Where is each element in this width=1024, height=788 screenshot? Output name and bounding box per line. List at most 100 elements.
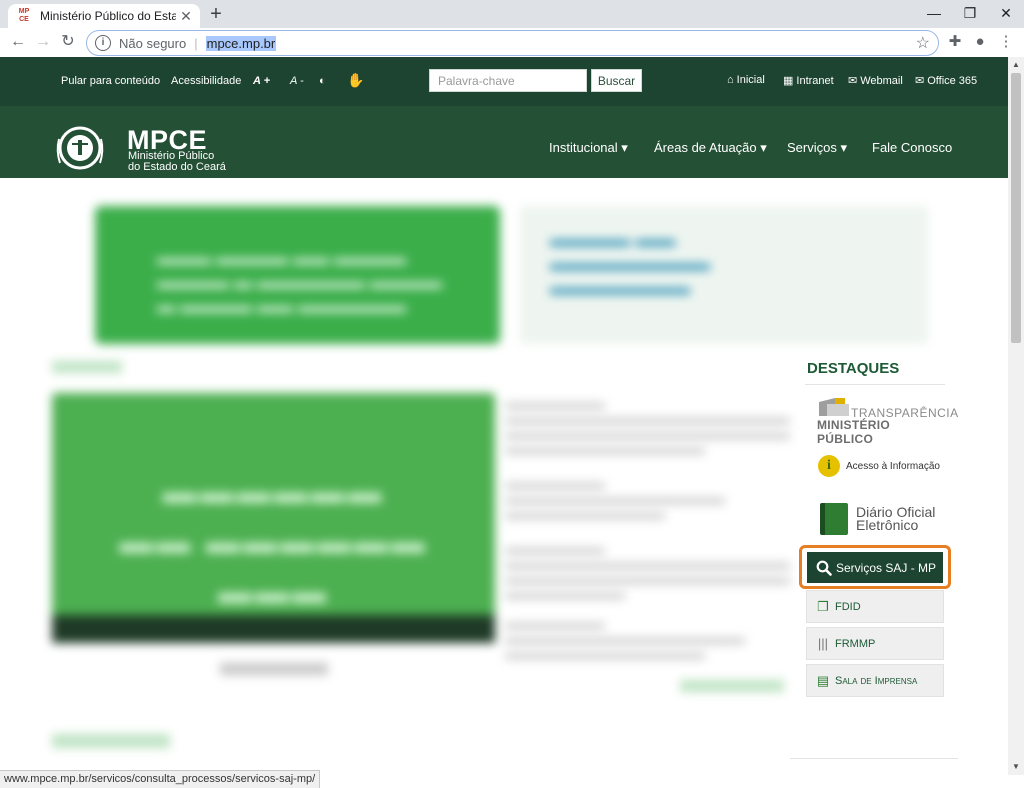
nav-areas-label: Áreas de Atuação bbox=[654, 140, 757, 155]
sala-imprensa-button[interactable]: ▤ Sala de Imprensa bbox=[806, 664, 944, 697]
blurred-section-label bbox=[52, 361, 122, 373]
bookmark-star-icon[interactable]: ☆ bbox=[916, 33, 930, 53]
blurred-news-line bbox=[505, 418, 790, 424]
url-text[interactable]: mpce.mp.br bbox=[205, 35, 277, 51]
nav-servicos-label: Serviços bbox=[787, 140, 837, 155]
minimize-button[interactable]: — bbox=[916, 0, 952, 28]
diario-oficial-link[interactable]: Diário Oficial Eletrônico bbox=[820, 503, 935, 535]
blurred-news-image[interactable]: ▬▬▬▬▬▬ ▬▬ ▬▬▬▬▬▬ ▬▬▬ bbox=[52, 393, 495, 643]
address-bar[interactable]: i Não seguro | mpce.mp.br ☆ bbox=[86, 30, 939, 56]
scroll-down-arrow-icon[interactable]: ▼ bbox=[1008, 759, 1024, 775]
blurred-section-label bbox=[52, 734, 170, 748]
blurred-news-text: ▬▬▬▬▬▬ bbox=[162, 473, 385, 511]
transparencia-line2: MINISTÉRIO PÚBLICO bbox=[817, 418, 891, 446]
website-viewport: Pular para conteúdo Acessibilidade A + A… bbox=[0, 57, 1008, 775]
sign-language-icon[interactable]: ✋ bbox=[347, 72, 364, 89]
site-search-input[interactable]: Palavra-chave bbox=[429, 69, 587, 92]
accessibility-link[interactable]: Acessibilidade bbox=[171, 75, 241, 87]
logo-subtitle-line2: do Estado do Ceará bbox=[128, 161, 226, 173]
destaques-title: DESTAQUES bbox=[807, 360, 900, 377]
back-button[interactable]: ← bbox=[6, 31, 30, 55]
intranet-label: Intranet bbox=[796, 74, 834, 87]
info-icon[interactable]: i bbox=[95, 35, 111, 51]
extensions-icon[interactable]: ✚ bbox=[944, 31, 966, 53]
blurred-banner-left[interactable]: ▬▬▬ ▬▬▬▬ ▬▬ ▬▬▬▬ ▬▬▬▬ ▬ ▬▬▬▬▬▬ ▬▬▬▬ ▬ ▬▬▬▬… bbox=[95, 206, 500, 344]
nav-servicos[interactable]: Serviços ▾ bbox=[787, 140, 847, 156]
frmmp-button[interactable]: ||| FRMMP bbox=[806, 627, 944, 660]
webmail-link[interactable]: ✉ Webmail bbox=[848, 74, 903, 88]
blurred-news-line bbox=[505, 593, 625, 599]
search-icon bbox=[816, 560, 832, 576]
blurred-caption-bar bbox=[52, 615, 495, 643]
fdid-button[interactable]: ❐ FDID bbox=[806, 590, 944, 623]
transparency-logo-icon bbox=[819, 398, 849, 416]
close-window-button[interactable]: ✕ bbox=[988, 0, 1024, 28]
caret-down-icon: ▾ bbox=[621, 140, 628, 155]
sidebar-divider bbox=[790, 758, 958, 759]
tab-close-icon[interactable]: ✕ bbox=[176, 8, 196, 25]
forward-button[interactable]: → bbox=[31, 31, 55, 55]
menu-dots-icon[interactable]: ⋮ bbox=[995, 31, 1017, 53]
main-content: ▬▬▬ ▬▬▬▬ ▬▬ ▬▬▬▬ ▬▬▬▬ ▬ ▬▬▬▬▬▬ ▬▬▬▬ ▬ ▬▬▬▬… bbox=[0, 178, 1008, 775]
skip-to-content-link[interactable]: Pular para conteúdo bbox=[61, 75, 160, 87]
newspaper-icon: ▤ bbox=[816, 672, 830, 688]
book-icon bbox=[820, 503, 848, 535]
nav-institucional[interactable]: Institucional ▾ bbox=[549, 140, 628, 156]
inicial-link[interactable]: ⌂ Inicial bbox=[727, 74, 765, 86]
blurred-news-line bbox=[505, 653, 705, 659]
blurred-news-line bbox=[505, 638, 745, 644]
site-favicon-icon: MP CE bbox=[18, 8, 30, 23]
font-decrease-button[interactable]: A - bbox=[290, 75, 304, 87]
blurred-news-line bbox=[505, 498, 725, 504]
blurred-news-line bbox=[505, 548, 605, 554]
site-topbar: Pular para conteúdo Acessibilidade A + A… bbox=[0, 57, 1008, 106]
blurred-banner-right[interactable]: ▬▬▬▬ ▬▬ ▬▬▬▬▬▬▬▬ ▬▬▬▬▬▬▬ bbox=[520, 206, 928, 344]
blurred-news-text: ▬▬▬ bbox=[218, 573, 329, 611]
saj-label: Serviços SAJ - MP bbox=[836, 560, 937, 575]
servicos-saj-button[interactable]: Serviços SAJ - MP bbox=[807, 552, 943, 583]
new-tab-button[interactable]: + bbox=[206, 4, 226, 24]
font-increase-button[interactable]: A + bbox=[253, 75, 270, 87]
mail-icon: ✉ bbox=[915, 75, 925, 87]
blurred-news-line bbox=[505, 623, 605, 629]
site-header: MPCE Ministério Público do Estado do Cea… bbox=[0, 106, 1008, 178]
nav-institucional-label: Institucional bbox=[549, 140, 618, 155]
insecure-label: Não seguro bbox=[119, 35, 187, 51]
blurred-news-line bbox=[505, 578, 790, 584]
blurred-banner-text: ▬▬▬▬ ▬▬ ▬▬▬▬▬▬▬▬ ▬▬▬▬▬▬▬ bbox=[550, 229, 710, 299]
blurred-news-text: ▬▬ ▬▬▬▬▬▬ bbox=[119, 523, 428, 561]
scroll-up-arrow-icon[interactable]: ▲ bbox=[1008, 57, 1024, 73]
network-icon: ▦ bbox=[783, 75, 794, 87]
scrollbar-thumb[interactable] bbox=[1011, 73, 1021, 343]
browser-tab[interactable]: MP CE Ministério Público do Estado do ✕ bbox=[8, 4, 200, 28]
transparencia-link[interactable]: TRANSPARÊNCIA MINISTÉRIO PÚBLICO bbox=[817, 396, 958, 446]
reload-button[interactable]: ↻ bbox=[56, 31, 80, 55]
office365-link[interactable]: ✉ Office 365 bbox=[915, 74, 977, 88]
diario-line2: Eletrônico bbox=[856, 517, 919, 533]
inicial-label: Inicial bbox=[736, 74, 765, 86]
maximize-button[interactable]: ❐ bbox=[952, 0, 988, 28]
address-separator: | bbox=[194, 35, 198, 51]
browser-toolbar: ← → ↻ i Não seguro | mpce.mp.br ☆ ✚ ● ⋮ bbox=[0, 28, 1024, 58]
search-button[interactable]: Buscar bbox=[591, 69, 642, 92]
page-scrollbar[interactable]: ▲ ▼ bbox=[1008, 57, 1024, 775]
blurred-news-line bbox=[505, 513, 665, 519]
blurred-more-link bbox=[680, 680, 784, 692]
blurred-pagination bbox=[220, 663, 328, 675]
blurred-news-line bbox=[505, 563, 790, 569]
contrast-icon[interactable]: ◐ bbox=[319, 75, 326, 87]
logo-subtitle: Ministério Público do Estado do Ceará bbox=[128, 151, 226, 173]
profile-icon[interactable]: ● bbox=[969, 31, 991, 53]
home-icon: ⌂ bbox=[727, 74, 734, 86]
nav-fale-conosco[interactable]: Fale Conosco bbox=[872, 140, 952, 155]
blurred-news-line bbox=[505, 433, 790, 439]
browser-tab-strip: MP CE Ministério Público do Estado do ✕ … bbox=[0, 0, 1024, 28]
blurred-news-line bbox=[505, 448, 705, 454]
acesso-informacao-link[interactable]: i Acesso à Informação bbox=[818, 455, 940, 477]
documents-icon: ❐ bbox=[817, 598, 829, 614]
mpce-logo-icon[interactable] bbox=[54, 121, 118, 179]
intranet-link[interactable]: ▦ Intranet bbox=[783, 74, 834, 88]
tab-title: Ministério Público do Estado do bbox=[40, 9, 176, 23]
fdid-label: FDID bbox=[835, 600, 861, 613]
nav-areas-atuacao[interactable]: Áreas de Atuação ▾ bbox=[654, 140, 767, 156]
